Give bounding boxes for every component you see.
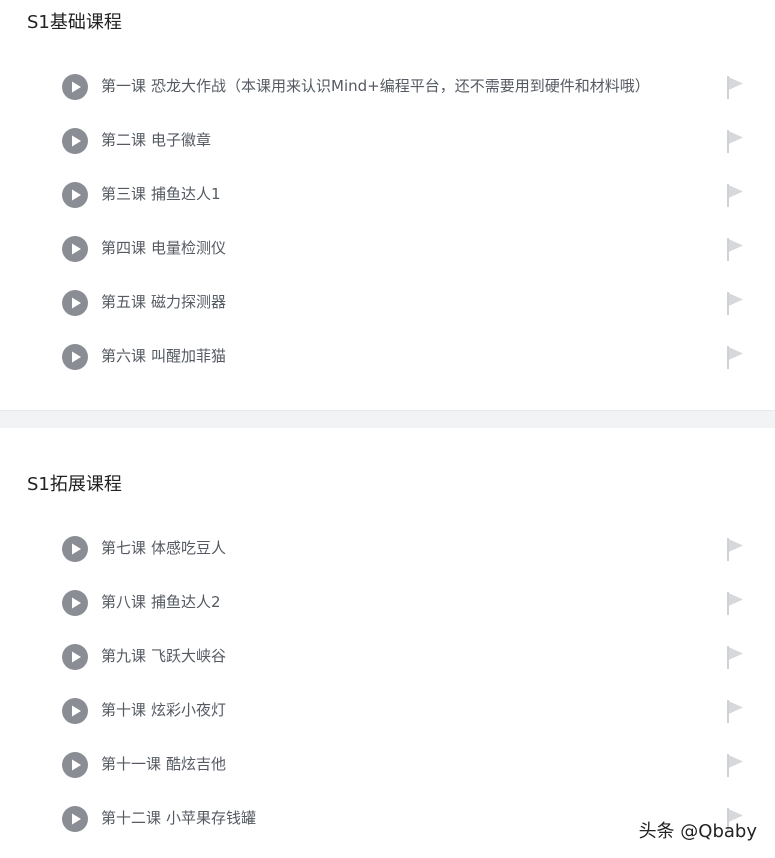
lesson-title[interactable]: 第十课 炫彩小夜灯 [101, 699, 226, 721]
lesson-list: 第七课 体感吃豆人 第八课 捕鱼达人2 第九课 飞跃大峡谷 第十课 炫彩小夜灯 第十一课… [0, 521, 775, 845]
lesson-item[interactable]: 第八课 捕鱼达人2 [0, 575, 775, 629]
flag-icon[interactable] [724, 290, 746, 316]
course-section-extension: S1拓展课程 第七课 体感吃豆人 第八课 捕鱼达人2 第九课 飞跃大峡谷 第十课 炫彩小… [0, 428, 775, 858]
flag-icon[interactable] [724, 74, 746, 100]
course-section-basic: S1基础课程 第一课 恐龙大作战（本课用来认识Mind+编程平台，还不需要用到硬件… [0, 0, 775, 410]
lesson-title[interactable]: 第六课 叫醒加菲猫 [101, 345, 226, 367]
lesson-name: 酷炫吉他 [166, 755, 227, 773]
lesson-title[interactable]: 第七课 体感吃豆人 [101, 537, 226, 559]
lesson-item[interactable]: 第十课 炫彩小夜灯 [0, 683, 775, 737]
lesson-title[interactable]: 第九课 飞跃大峡谷 [101, 645, 226, 667]
lesson-number: 第四课 [101, 239, 147, 257]
lesson-title[interactable]: 第四课 电量检测仪 [101, 237, 226, 259]
lesson-number: 第十二课 [101, 809, 162, 827]
lesson-title[interactable]: 第二课 电子徽章 [101, 129, 211, 151]
lesson-name: 飞跃大峡谷 [151, 647, 227, 665]
flag-icon[interactable] [724, 128, 746, 154]
watermark: 头条 @Qbaby [638, 821, 757, 842]
flag-icon[interactable] [724, 536, 746, 562]
lesson-number: 第一课 [101, 77, 147, 95]
play-circle-icon[interactable] [62, 590, 88, 616]
section-title: S1基础课程 [27, 12, 122, 33]
lesson-name: 捕鱼达人1 [151, 185, 221, 203]
flag-icon[interactable] [724, 344, 746, 370]
play-circle-icon[interactable] [62, 182, 88, 208]
lesson-number: 第六课 [101, 347, 147, 365]
lesson-item[interactable]: 第十一课 酷炫吉他 [0, 737, 775, 791]
play-circle-icon[interactable] [62, 344, 88, 370]
lesson-name: 电子徽章 [151, 131, 212, 149]
play-circle-icon[interactable] [62, 806, 88, 832]
lesson-item[interactable]: 第三课 捕鱼达人1 [0, 167, 775, 221]
lesson-title[interactable]: 第五课 磁力探测器 [101, 291, 226, 313]
section-title: S1拓展课程 [27, 474, 122, 495]
lesson-name: 炫彩小夜灯 [151, 701, 227, 719]
lesson-title[interactable]: 第十一课 酷炫吉他 [101, 753, 226, 775]
play-circle-icon[interactable] [62, 644, 88, 670]
play-circle-icon[interactable] [62, 752, 88, 778]
lesson-name: 叫醒加菲猫 [151, 347, 227, 365]
lesson-title[interactable]: 第三课 捕鱼达人1 [101, 183, 221, 205]
lesson-name: 磁力探测器 [151, 293, 227, 311]
lesson-item[interactable]: 第一课 恐龙大作战（本课用来认识Mind+编程平台，还不需要用到硬件和材料哦） [0, 59, 775, 113]
flag-icon[interactable] [724, 590, 746, 616]
lesson-number: 第九课 [101, 647, 147, 665]
lesson-title[interactable]: 第十二课 小苹果存钱罐 [101, 807, 256, 829]
lesson-item[interactable]: 第七课 体感吃豆人 [0, 521, 775, 575]
flag-icon[interactable] [724, 182, 746, 208]
lesson-item[interactable]: 第六课 叫醒加菲猫 [0, 329, 775, 383]
play-circle-icon[interactable] [62, 128, 88, 154]
flag-icon[interactable] [724, 236, 746, 262]
lesson-item[interactable]: 第二课 电子徽章 [0, 113, 775, 167]
play-circle-icon[interactable] [62, 536, 88, 562]
flag-icon[interactable] [724, 752, 746, 778]
lesson-number: 第二课 [101, 131, 147, 149]
play-circle-icon[interactable] [62, 74, 88, 100]
lesson-number: 第十课 [101, 701, 147, 719]
lesson-number: 第八课 [101, 593, 147, 611]
lesson-name: 小苹果存钱罐 [166, 809, 257, 827]
lesson-number: 第五课 [101, 293, 147, 311]
lesson-number: 第十一课 [101, 755, 162, 773]
lesson-name: 捕鱼达人2 [151, 593, 221, 611]
lesson-name: 体感吃豆人 [151, 539, 227, 557]
lesson-item[interactable]: 第五课 磁力探测器 [0, 275, 775, 329]
play-circle-icon[interactable] [62, 290, 88, 316]
lesson-item[interactable]: 第九课 飞跃大峡谷 [0, 629, 775, 683]
lesson-list: 第一课 恐龙大作战（本课用来认识Mind+编程平台，还不需要用到硬件和材料哦） 第… [0, 59, 775, 383]
flag-icon[interactable] [724, 644, 746, 670]
lesson-number: 第三课 [101, 185, 147, 203]
lesson-number: 第七课 [101, 539, 147, 557]
lesson-title[interactable]: 第一课 恐龙大作战（本课用来认识Mind+编程平台，还不需要用到硬件和材料哦） [101, 75, 650, 97]
flag-icon[interactable] [724, 698, 746, 724]
play-circle-icon[interactable] [62, 236, 88, 262]
lesson-name: 恐龙大作战（本课用来认识Mind+编程平台，还不需要用到硬件和材料哦） [151, 77, 650, 95]
section-divider [0, 410, 775, 429]
lesson-title[interactable]: 第八课 捕鱼达人2 [101, 591, 221, 613]
lesson-item[interactable]: 第四课 电量检测仪 [0, 221, 775, 275]
play-circle-icon[interactable] [62, 698, 88, 724]
lesson-name: 电量检测仪 [151, 239, 227, 257]
